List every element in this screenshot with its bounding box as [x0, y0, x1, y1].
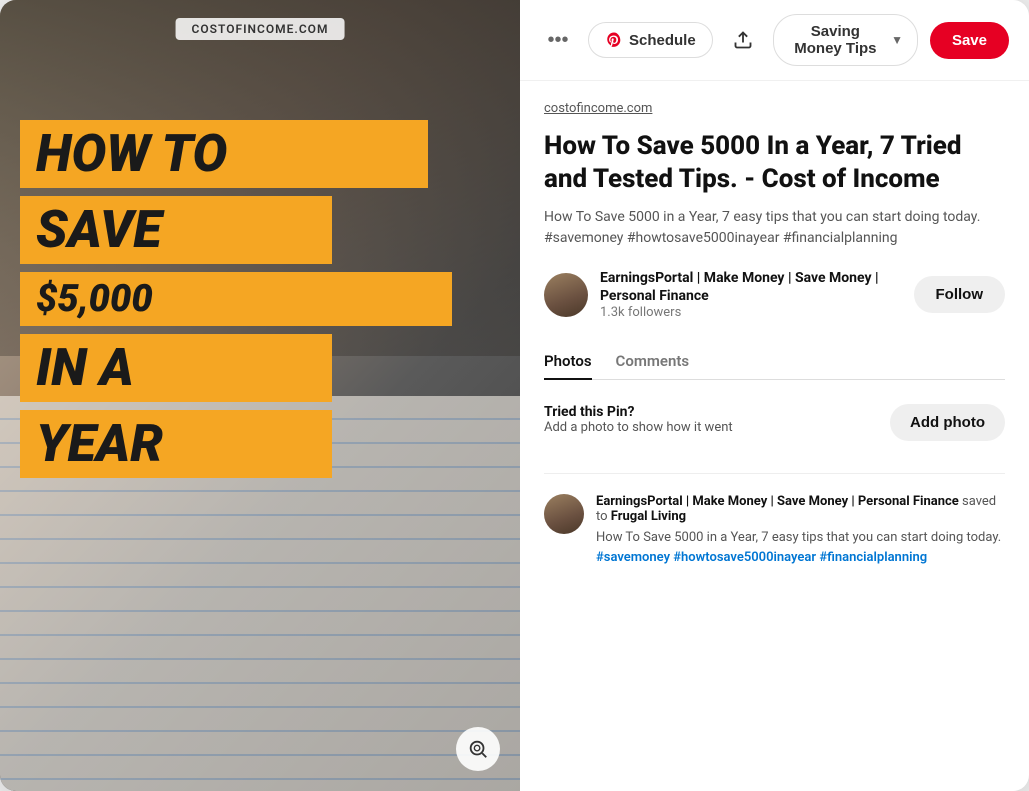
- comment-text: How To Save 5000 in a Year, 7 easy tips …: [596, 528, 1005, 567]
- pin-description: How To Save 5000 in a Year, 7 easy tips …: [544, 207, 1005, 249]
- tab-comments[interactable]: Comments: [616, 344, 690, 380]
- comment-avatar: [544, 494, 584, 534]
- tab-photos[interactable]: Photos: [544, 344, 592, 380]
- tried-subtitle: Add a photo to show how it went: [544, 420, 733, 435]
- chevron-down-icon: ▼: [891, 33, 903, 47]
- tried-text: Tried this Pin? Add a photo to show how …: [544, 404, 733, 435]
- author-row: EarningsPortal | Make Money | Save Money…: [544, 269, 1005, 320]
- avatar: [544, 273, 588, 317]
- image-panel: COSTOFINCOME.COM HOW TO SAVE $5,000 IN A: [0, 0, 520, 791]
- comment-action: EarningsPortal | Make Money | Save Money…: [596, 494, 1005, 524]
- text-save: SAVE: [20, 196, 332, 264]
- schedule-label: Schedule: [629, 32, 696, 49]
- pin-overlay-text: HOW TO SAVE $5,000 IN A YEAR: [0, 0, 520, 791]
- schedule-icon: [605, 31, 623, 49]
- content-area: costofincome.com How To Save 5000 In a Y…: [520, 81, 1029, 791]
- pin-image-bg: COSTOFINCOME.COM HOW TO SAVE $5,000 IN A: [0, 0, 520, 791]
- add-photo-button[interactable]: Add photo: [890, 404, 1005, 441]
- board-selector[interactable]: Saving Money Tips ▼: [773, 14, 918, 66]
- orange-text-block: HOW TO SAVE $5,000 IN A YEAR: [20, 120, 500, 478]
- text-how-to: HOW TO: [20, 120, 428, 188]
- avatar-inner: [544, 273, 588, 317]
- lens-icon[interactable]: [456, 727, 500, 771]
- text-amount: $5,000: [20, 272, 452, 326]
- pin-title: How To Save 5000 In a Year, 7 Tried and …: [544, 130, 1005, 195]
- comment-body: EarningsPortal | Make Money | Save Money…: [596, 494, 1005, 567]
- top-bar: ••• Schedule Saving Money Tips ▼ Sa: [520, 0, 1029, 81]
- more-options-button[interactable]: •••: [540, 22, 576, 58]
- author-name: EarningsPortal | Make Money | Save Money…: [600, 269, 902, 305]
- follow-button[interactable]: Follow: [914, 276, 1006, 313]
- hashtag-2: #howtosave5000inayear: [673, 550, 816, 565]
- comment-entry: EarningsPortal | Make Money | Save Money…: [544, 494, 1005, 567]
- source-link[interactable]: costofincome.com: [544, 101, 1005, 116]
- hashtag-1: #savemoney: [596, 550, 670, 565]
- comment-author-name: EarningsPortal | Make Money | Save Money…: [596, 494, 959, 509]
- author-followers: 1.3k followers: [600, 305, 902, 320]
- upload-icon: [733, 30, 753, 50]
- tried-title: Tried this Pin?: [544, 404, 733, 420]
- text-in-a: IN A: [20, 334, 332, 402]
- right-panel: ••• Schedule Saving Money Tips ▼ Sa: [520, 0, 1029, 791]
- text-year: YEAR: [20, 410, 332, 478]
- upload-button[interactable]: [725, 22, 761, 58]
- board-name: Saving Money Tips: [788, 23, 883, 57]
- tabs-row: Photos Comments: [544, 344, 1005, 380]
- schedule-button[interactable]: Schedule: [588, 22, 713, 58]
- lens-svg: [467, 738, 489, 760]
- save-button[interactable]: Save: [930, 22, 1009, 59]
- divider: [544, 473, 1005, 474]
- comment-board: Frugal Living: [611, 509, 686, 524]
- author-info: EarningsPortal | Make Money | Save Money…: [600, 269, 902, 320]
- hashtag-3: #financialplanning: [819, 550, 927, 565]
- pin-modal: COSTOFINCOME.COM HOW TO SAVE $5,000 IN A: [0, 0, 1029, 791]
- tried-pin-section: Tried this Pin? Add a photo to show how …: [544, 404, 1005, 441]
